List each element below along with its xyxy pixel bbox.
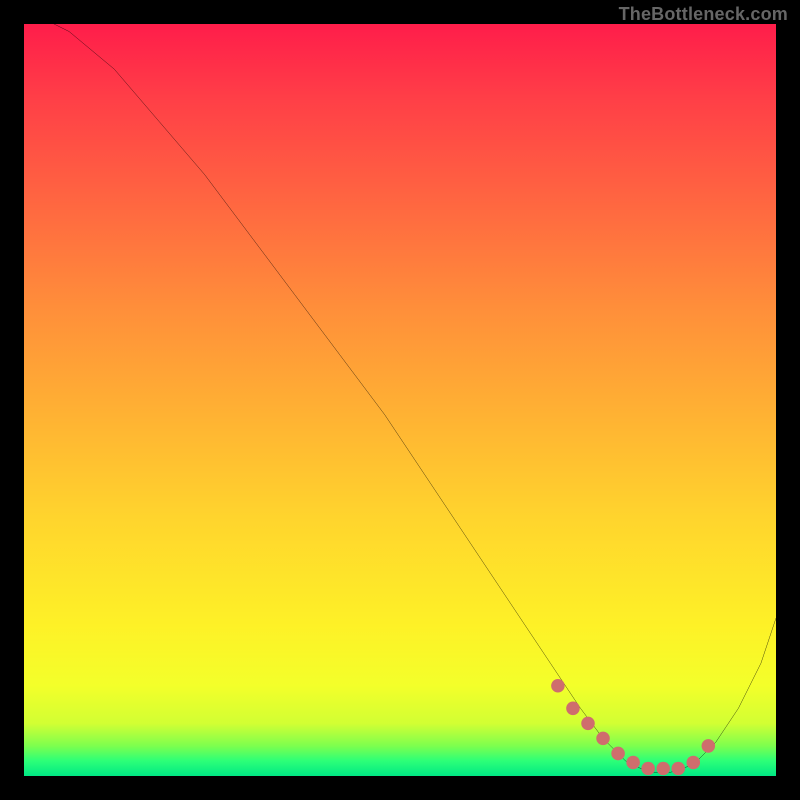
marker-dot xyxy=(596,732,610,746)
watermark-text: TheBottleneck.com xyxy=(619,4,788,25)
chart-frame: TheBottleneck.com xyxy=(0,0,800,800)
marker-dot xyxy=(581,717,595,731)
marker-dot xyxy=(626,756,640,770)
chart-svg xyxy=(24,24,776,776)
marker-dot xyxy=(611,747,625,761)
marker-dot xyxy=(702,739,716,753)
curve-line xyxy=(24,24,776,772)
marker-dot xyxy=(671,762,685,776)
marker-dot xyxy=(641,762,655,776)
marker-dot xyxy=(687,756,701,770)
bottleneck-curve xyxy=(24,24,776,772)
optimal-range-markers xyxy=(551,679,715,775)
marker-dot xyxy=(656,762,670,776)
marker-dot xyxy=(566,702,580,716)
plot-area xyxy=(24,24,776,776)
marker-dot xyxy=(551,679,565,693)
